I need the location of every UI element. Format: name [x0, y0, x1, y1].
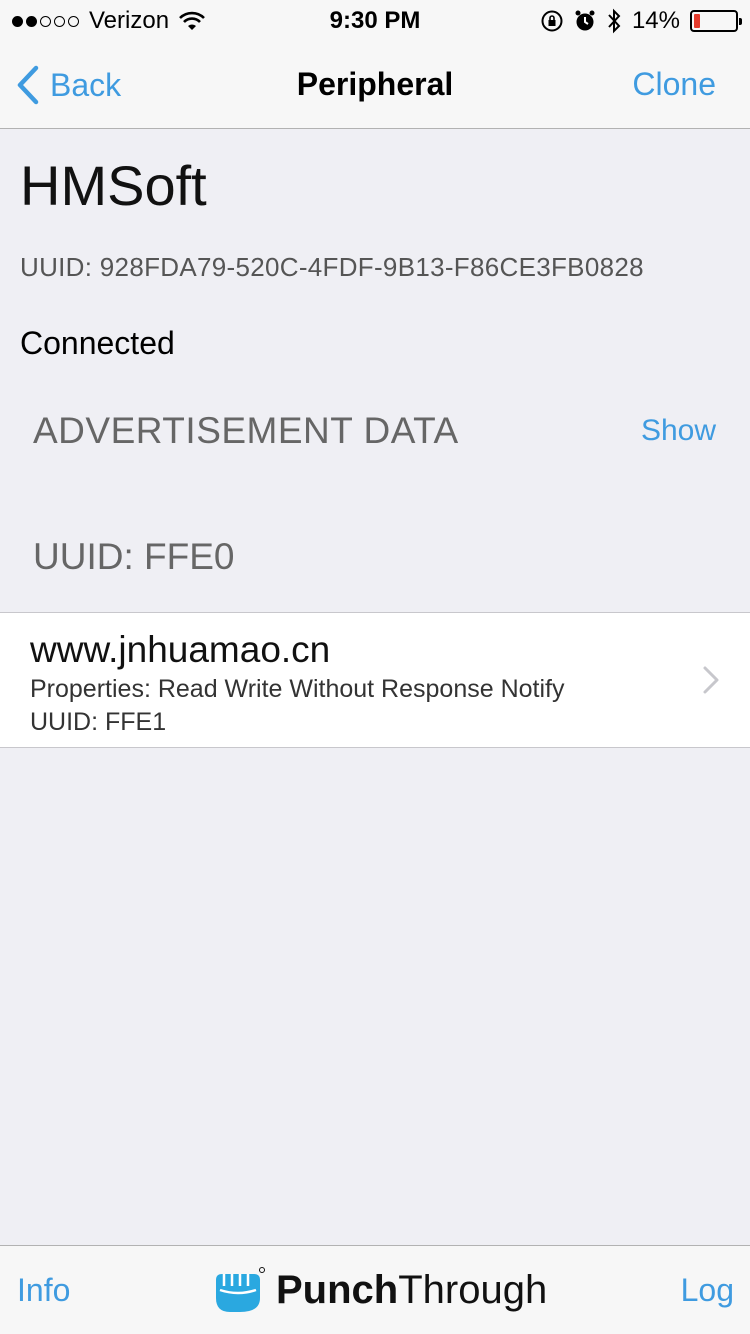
alarm-icon [575, 10, 595, 31]
status-bar: Verizon 9:30 PM 14% [0, 0, 750, 40]
chevron-right-icon [703, 666, 719, 694]
fist-icon [216, 1267, 265, 1312]
battery-level [694, 14, 700, 28]
characteristic-uuid: UUID: FFE1 [30, 708, 167, 736]
characteristic-row[interactable]: www.jnhuamao.cn Properties: Read Write W… [0, 612, 750, 748]
bottom-toolbar: Info PunchThrough Log [0, 1245, 750, 1334]
status-right: 14% [540, 7, 742, 35]
connection-status: Connected [20, 325, 175, 361]
rotation-lock-icon [541, 10, 563, 32]
peripheral-uuid: UUID: 928FDA79-520C-4FDF-9B13-F86CE3FB08… [20, 252, 644, 282]
clone-button[interactable]: Clone [632, 66, 716, 103]
punchthrough-logo: PunchThrough [210, 1264, 547, 1316]
show-advertisement-button[interactable]: Show [641, 414, 716, 448]
battery-icon [690, 10, 742, 32]
log-button[interactable]: Log [681, 1272, 734, 1309]
brand-name: PunchThrough [276, 1267, 548, 1312]
peripheral-name: HMSoft [20, 154, 207, 217]
bluetooth-icon [608, 8, 621, 34]
characteristic-properties: Properties: Read Write Without Response … [30, 675, 565, 703]
peripheral-screen: Verizon 9:30 PM 14% Back Peripheral Clon… [0, 0, 750, 1334]
service-uuid-header: UUID: FFE0 [33, 536, 235, 577]
battery-percent: 14% [631, 7, 680, 34]
back-button[interactable]: Back [14, 64, 121, 106]
advertisement-data-header: ADVERTISEMENT DATA [33, 410, 459, 451]
navigation-bar: Back Peripheral Clone [0, 40, 750, 129]
back-label: Back [50, 66, 122, 103]
characteristic-name: www.jnhuamao.cn [30, 629, 331, 670]
info-button[interactable]: Info [17, 1272, 70, 1309]
chevron-left-icon [17, 65, 39, 105]
